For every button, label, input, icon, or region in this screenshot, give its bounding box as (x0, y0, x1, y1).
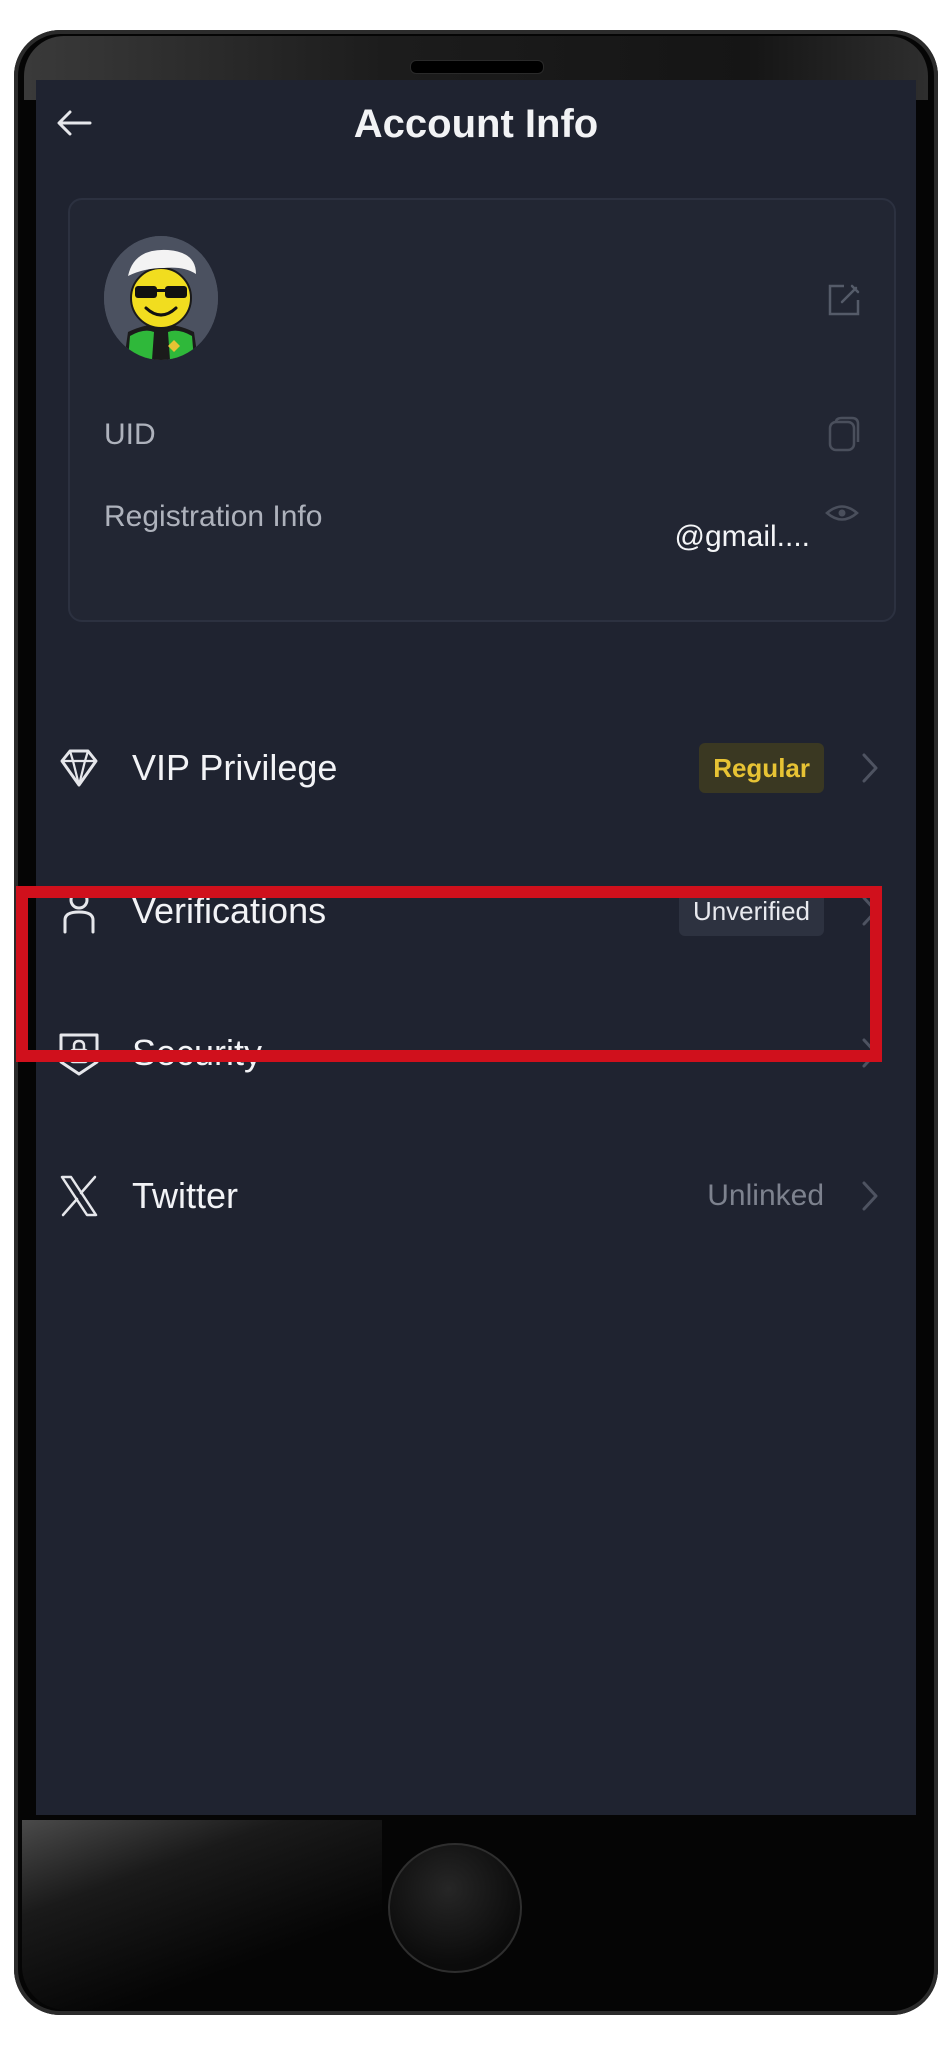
menu-item-verifications[interactable]: Verifications Unverified (36, 850, 916, 970)
edit-icon (828, 284, 860, 316)
eye-icon (825, 505, 859, 521)
menu-item-twitter[interactable]: Twitter Unlinked (36, 1135, 916, 1255)
registration-email-value: @gmail.... (674, 520, 810, 553)
phone-bottom-glare (22, 1820, 382, 2010)
menu-item-security[interactable]: Security (36, 992, 916, 1112)
menu-item-label: VIP Privilege (132, 747, 338, 788)
chevron-right-icon (862, 1038, 878, 1068)
home-button[interactable] (388, 1843, 522, 1973)
phone-frame: Account Info UID Registration Info @gmai… (14, 30, 938, 2015)
menu-item-vip-privilege[interactable]: VIP Privilege Regular (36, 707, 916, 827)
diamond-icon (60, 749, 98, 787)
profile-card: UID Registration Info @gmail.... (68, 198, 896, 622)
twitter-link-status: Unlinked (707, 1179, 824, 1212)
x-logo-icon (60, 1175, 98, 1217)
page-title: Account Info (353, 102, 599, 146)
vip-level-badge: Regular (699, 743, 824, 793)
uid-label: UID (104, 418, 156, 451)
chevron-right-icon (862, 1181, 878, 1211)
avatar[interactable] (104, 236, 218, 360)
header-bar: Account Info (36, 80, 916, 170)
copy-icon (828, 416, 860, 452)
person-icon (63, 890, 95, 934)
copy-uid-button[interactable] (826, 416, 860, 454)
shield-lock-icon (59, 1033, 99, 1076)
show-registration-button[interactable] (824, 498, 860, 528)
verification-status-badge: Unverified (678, 886, 824, 936)
edit-profile-button[interactable] (822, 278, 866, 322)
phone-speaker (410, 60, 544, 74)
avatar-image (104, 236, 218, 360)
menu-item-label: Verifications (132, 890, 327, 931)
menu-item-label: Twitter (132, 1175, 239, 1216)
app-screen: Account Info UID Registration Info @gmai… (36, 80, 916, 1815)
chevron-right-icon (862, 896, 878, 926)
chevron-right-icon (862, 753, 878, 783)
registration-info-label: Registration Info (104, 500, 323, 533)
menu-item-label: Security (132, 1032, 263, 1073)
